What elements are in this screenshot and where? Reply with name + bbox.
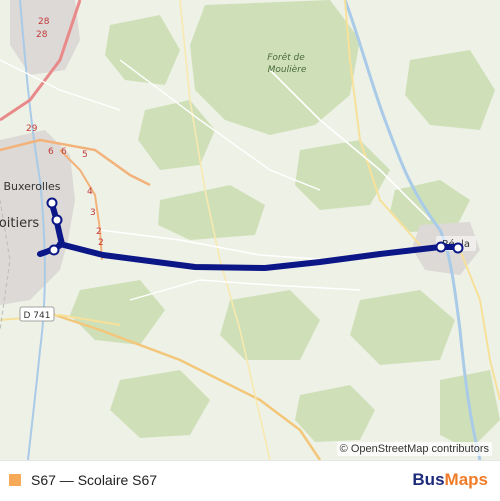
place-label-buxerolles: Buxerolles — [3, 180, 60, 193]
bus-stop[interactable] — [46, 197, 58, 209]
busmaps-logo[interactable]: BusMaps — [412, 470, 488, 490]
route-number-2a: 2 — [96, 227, 102, 237]
route-number-28a: 28 — [38, 17, 50, 27]
place-label-poitiers: oitiers — [0, 216, 39, 231]
route-legend-label: S67 — Scolaire S67 — [31, 472, 158, 488]
bus-stop[interactable] — [51, 214, 63, 226]
map-view[interactable]: Buxerolles oitiers Forêt de Moulière D 7… — [0, 0, 500, 460]
bus-stop[interactable] — [435, 241, 447, 253]
route-number-28b: 28 — [36, 30, 48, 40]
route-number-2b: 2 — [98, 238, 104, 248]
route-number-3: 3 — [90, 208, 96, 218]
legend-footer: S67 — Scolaire S67 BusMaps — [0, 460, 500, 501]
route-number-6b: 6 — [61, 147, 67, 157]
map-attribution[interactable]: © OpenStreetMap contributors — [336, 442, 492, 456]
map-canvas: Buxerolles oitiers Forêt de Moulière D 7… — [0, 0, 500, 460]
place-label-foret-1: Forêt de — [267, 52, 305, 63]
brand-part-2: Maps — [444, 470, 488, 489]
brand-part-1: Bus — [412, 470, 445, 489]
place-label-foret-2: Moulière — [268, 64, 307, 75]
bus-stop[interactable] — [452, 242, 464, 254]
bus-stop[interactable] — [48, 244, 60, 256]
route-number-6a: 6 — [48, 147, 54, 157]
route-number-5: 5 — [82, 150, 88, 160]
route-number-29: 29 — [26, 124, 38, 134]
route-color-swatch — [9, 474, 21, 486]
road-shield-d741-label: D 741 — [24, 311, 51, 321]
road-shield-d741: D 741 — [19, 306, 55, 322]
route-number-4: 4 — [87, 187, 93, 197]
